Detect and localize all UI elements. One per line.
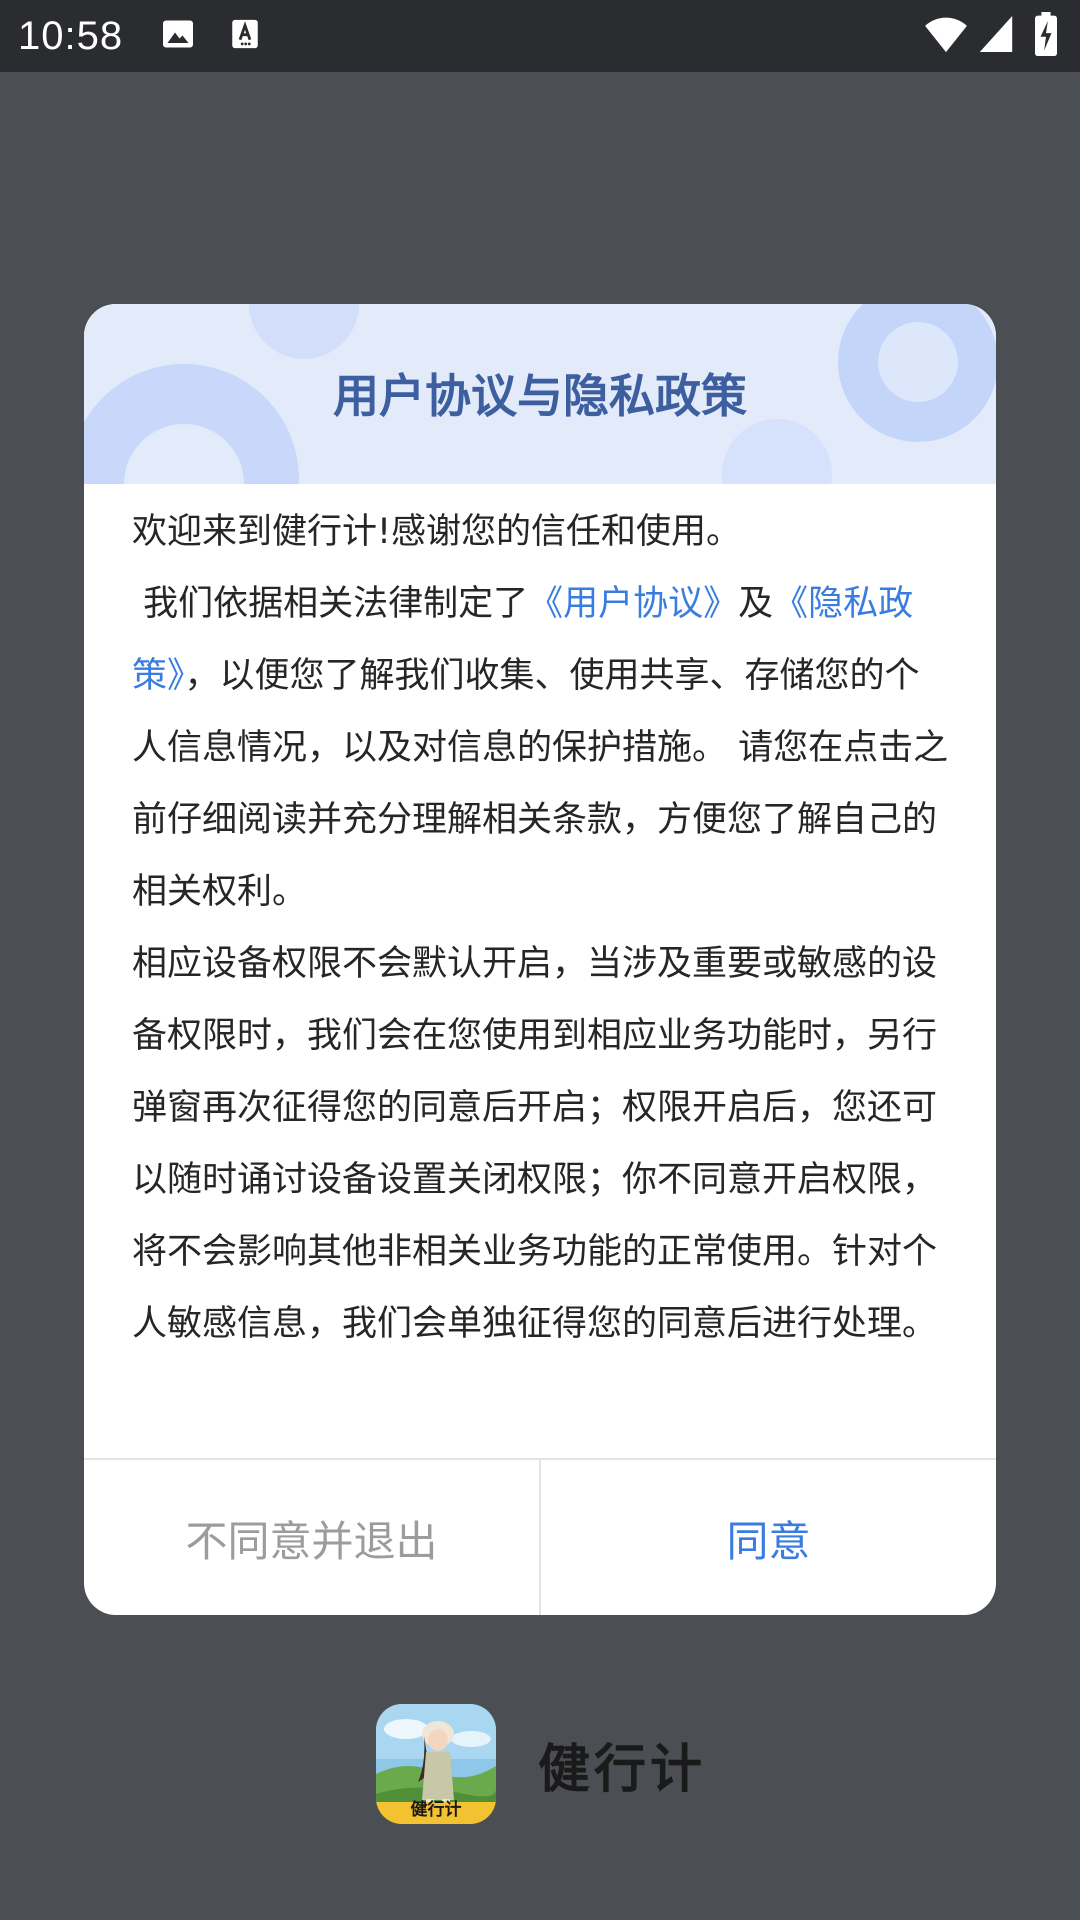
app-icon-label: 健行计 bbox=[410, 1800, 462, 1820]
agreement-paragraph: 我们依据相关法律制定了《用户协议》及《隐私政策》，以便您了解我们收集、使用共享、… bbox=[132, 568, 950, 928]
status-time: 10:58 bbox=[18, 14, 124, 58]
agree-button[interactable]: 同意 bbox=[541, 1460, 996, 1615]
dialog-header: 用户协议与隐私政策 bbox=[84, 304, 996, 484]
agreement-suffix: ，以便您了解我们收集、使用共享、存储您的个人信息情况，以及对信息的保护措施。 请… bbox=[132, 656, 949, 912]
app-name: 健行计 bbox=[538, 1739, 707, 1800]
font-download-icon bbox=[228, 16, 262, 56]
app-branding: 健行计 健行计 bbox=[376, 1704, 706, 1824]
dialog-body: 欢迎来到健行计!感谢您的信任和使用。 我们依据相关法律制定了《用户协议》及《隐私… bbox=[132, 484, 950, 1360]
battery-charging-icon bbox=[1034, 12, 1058, 60]
signal-icon bbox=[978, 14, 1014, 58]
agreement-prefix: 我们依据相关法律制定了 bbox=[132, 584, 529, 624]
permission-paragraph: 相应设备权限不会默认开启，当涉及重要或敏感的设备权限时，我们会在您使用到相应业务… bbox=[132, 944, 938, 1344]
image-icon bbox=[160, 16, 196, 56]
decline-and-exit-button[interactable]: 不同意并退出 bbox=[84, 1460, 541, 1615]
welcome-text: 欢迎来到健行计!感谢您的信任和使用。 bbox=[132, 512, 742, 552]
conjunction-text: 及 bbox=[738, 584, 774, 624]
privacy-dialog: 用户协议与隐私政策 欢迎来到健行计!感谢您的信任和使用。 我们依据相关法律制定了… bbox=[84, 304, 996, 1615]
dialog-title: 用户协议与隐私政策 bbox=[333, 369, 747, 423]
dialog-footer: 不同意并退出 同意 bbox=[84, 1458, 996, 1615]
wifi-icon bbox=[924, 14, 968, 58]
status-bar: 10:58 bbox=[0, 0, 1080, 72]
user-agreement-link[interactable]: 《用户协议》 bbox=[528, 584, 738, 624]
app-logo-icon: 健行计 bbox=[376, 1704, 496, 1824]
